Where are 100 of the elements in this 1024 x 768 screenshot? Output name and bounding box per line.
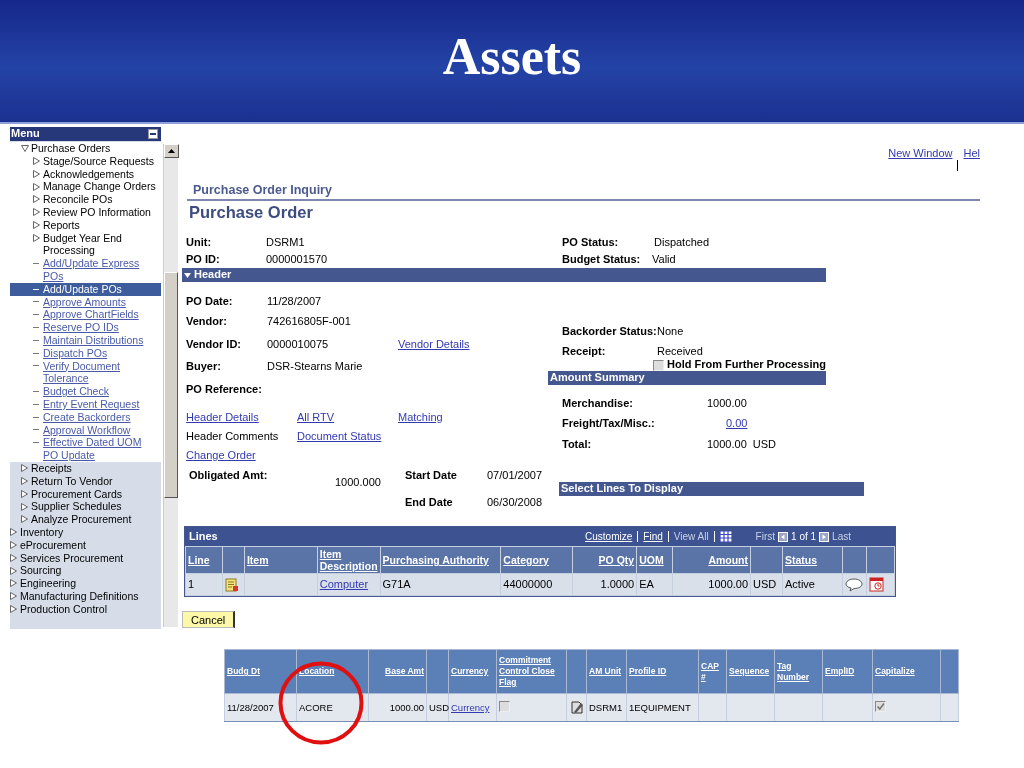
link[interactable]: Document Status bbox=[297, 429, 398, 444]
menu-item[interactable]: Analyze Procurement bbox=[10, 513, 161, 526]
menu-item[interactable]: Approve Amounts bbox=[10, 295, 161, 309]
menu-item[interactable]: Maintain Distributions bbox=[10, 333, 161, 347]
label-text: Header Comments bbox=[186, 429, 280, 444]
link[interactable]: View All bbox=[673, 530, 709, 543]
column-header[interactable]: Status bbox=[782, 546, 843, 574]
link[interactable]: 0.00 bbox=[726, 417, 748, 431]
menu-item[interactable]: Procurement Cards bbox=[10, 487, 161, 501]
menu-item[interactable]: Reserve PO IDs bbox=[10, 321, 161, 334]
menu-item[interactable]: Purchase Orders bbox=[10, 142, 161, 155]
section-header-bar: Amount Summary bbox=[548, 371, 826, 385]
section-header-bar: Select Lines To Display bbox=[559, 481, 864, 496]
menu-item[interactable]: Acknowledgements bbox=[10, 167, 161, 181]
column-header[interactable]: Item bbox=[244, 546, 318, 574]
column-header[interactable]: Currency bbox=[448, 649, 497, 694]
page-title: Purchase Order bbox=[188, 202, 314, 223]
section-header-bar[interactable]: Header bbox=[182, 268, 826, 282]
column-header[interactable]: Amount bbox=[672, 546, 751, 574]
menu-item[interactable]: Budget Year End Processing bbox=[10, 231, 161, 258]
pencil-page-icon bbox=[569, 700, 584, 715]
column-header[interactable]: PO Qty bbox=[572, 546, 637, 574]
menu-item[interactable]: Entry Event Request bbox=[10, 397, 161, 411]
menu-item[interactable]: Return To Vendor bbox=[10, 474, 161, 488]
column-header[interactable]: Sequence bbox=[726, 649, 775, 694]
menu-item[interactable]: Sourcing bbox=[10, 564, 161, 578]
dash-icon bbox=[33, 429, 39, 431]
link[interactable]: Vendor Details bbox=[398, 337, 470, 352]
column-header[interactable]: Base Amt bbox=[368, 649, 427, 694]
checkbox[interactable] bbox=[875, 701, 886, 713]
menu-item[interactable]: Approve ChartFields bbox=[10, 308, 161, 322]
link[interactable]: Change Order bbox=[186, 448, 297, 463]
link[interactable]: Customize bbox=[585, 530, 633, 543]
column-header[interactable]: Category bbox=[500, 546, 573, 574]
field-label: PO Status: bbox=[562, 235, 620, 250]
field-value: 0000010075 bbox=[267, 337, 330, 352]
link[interactable]: All RTV bbox=[297, 410, 398, 425]
scrollbar[interactable] bbox=[163, 144, 178, 627]
link[interactable]: New Window bbox=[888, 147, 953, 183]
link[interactable]: Currency bbox=[451, 701, 490, 713]
column-header[interactable]: Commitment Control Close Flag bbox=[496, 649, 567, 694]
field-value: 1000.000 bbox=[335, 476, 381, 490]
column-header[interactable]: Capitalize bbox=[872, 649, 941, 694]
dash-icon bbox=[33, 339, 39, 341]
link[interactable]: Hel bbox=[963, 147, 980, 183]
menu-item[interactable]: Services Procurement bbox=[10, 551, 161, 565]
column-header[interactable]: Item Description bbox=[317, 546, 381, 574]
menu-item[interactable]: Review PO Information bbox=[10, 206, 161, 219]
menu-item[interactable]: Stage/Source Requests bbox=[10, 154, 161, 168]
menu-item[interactable]: Supplier Schedules bbox=[10, 500, 161, 514]
menu-item[interactable]: eProcurement bbox=[10, 538, 161, 552]
link[interactable]: Matching bbox=[398, 410, 499, 425]
menu-item[interactable]: Budget Check bbox=[10, 385, 161, 398]
field-label: Backorder Status: bbox=[562, 325, 657, 339]
column-header[interactable]: AM Unit bbox=[586, 649, 627, 694]
link[interactable]: Find bbox=[643, 530, 663, 543]
expand-triangle-icon bbox=[184, 272, 191, 278]
dash-icon bbox=[33, 314, 39, 316]
field-label: Obligated Amt: bbox=[189, 469, 269, 483]
column-header[interactable]: CAP # bbox=[698, 649, 727, 694]
cancel-button[interactable]: Cancel bbox=[182, 611, 236, 628]
menu-item[interactable]: Dispatch POs bbox=[10, 346, 161, 360]
menu-item[interactable]: Create Backorders bbox=[10, 410, 161, 424]
field-value: 11/28/2007 bbox=[267, 294, 323, 309]
menu-item[interactable]: Manage Change Orders bbox=[10, 180, 161, 194]
field-value: Dispatched bbox=[654, 235, 710, 250]
field-value: 742616805F-001 bbox=[267, 315, 352, 329]
document-icon bbox=[224, 577, 239, 592]
field-value: None bbox=[657, 325, 684, 339]
menu-item[interactable]: Add/Update Express POs bbox=[10, 257, 161, 283]
menu-item[interactable]: Inventory bbox=[10, 525, 161, 539]
pager-first: First bbox=[755, 530, 776, 543]
menu-item[interactable]: Add/Update POs bbox=[10, 282, 161, 296]
column-header[interactable]: Profile ID bbox=[626, 649, 699, 694]
column-header[interactable]: Budg Dt bbox=[224, 649, 297, 694]
column-header[interactable]: Line bbox=[185, 546, 223, 574]
menu-item[interactable]: Effective Dated UOM PO Update bbox=[10, 436, 161, 462]
calendar-icon bbox=[868, 577, 884, 592]
menu-item[interactable]: Approval Workflow bbox=[10, 423, 161, 437]
checkbox[interactable] bbox=[499, 700, 510, 712]
pager-last: Last bbox=[832, 530, 851, 543]
link[interactable]: Header Details bbox=[186, 410, 297, 425]
menu-item[interactable]: Production Control bbox=[10, 602, 161, 616]
dash-icon bbox=[33, 288, 39, 290]
column-header[interactable]: Tag Number bbox=[774, 649, 823, 694]
column-header[interactable]: Purchasing Authority bbox=[380, 546, 501, 574]
column-header[interactable]: UOM bbox=[636, 546, 673, 574]
column-header[interactable]: EmplID bbox=[822, 649, 873, 694]
field-label: PO Reference: bbox=[186, 382, 263, 397]
link[interactable]: Computer bbox=[319, 577, 369, 590]
scroll-up-button[interactable] bbox=[164, 144, 179, 158]
menu-item[interactable]: Reports bbox=[10, 218, 161, 232]
menu-item[interactable]: Engineering bbox=[10, 577, 161, 590]
checkbox[interactable] bbox=[653, 359, 664, 371]
slide-title: Assets bbox=[442, 26, 582, 87]
menu-item[interactable]: Receipts bbox=[10, 461, 161, 475]
menu-item[interactable]: Reconcile POs bbox=[10, 193, 161, 206]
scroll-thumb[interactable] bbox=[164, 272, 178, 498]
menu-item[interactable]: Verify Document Tolerance bbox=[10, 359, 161, 386]
menu-item[interactable]: Manufacturing Definitions bbox=[10, 589, 161, 603]
